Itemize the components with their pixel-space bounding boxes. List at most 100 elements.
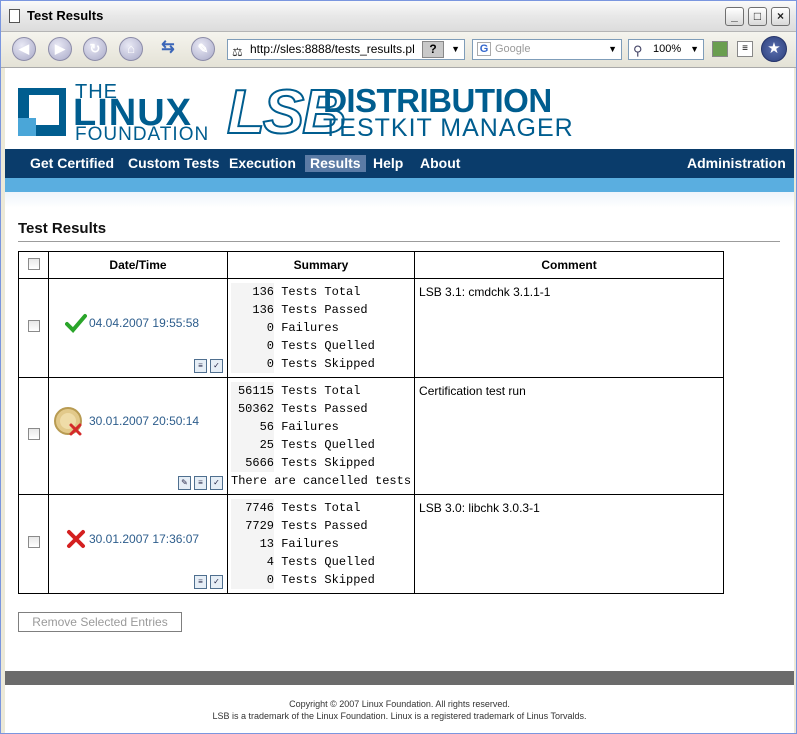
- summary-count: 13: [231, 535, 274, 553]
- summary-label: Tests Total: [281, 384, 361, 398]
- summary-label: Tests Quelled: [281, 339, 375, 353]
- title-bar: Test Results _ □ ×: [1, 1, 796, 32]
- summary-count: 136: [231, 283, 274, 301]
- close-button[interactable]: ×: [771, 7, 790, 26]
- summary-cell: 7746 Tests Total 7729 Tests Passed 13 Fa…: [226, 494, 416, 594]
- forward-icon[interactable]: ▶: [48, 37, 72, 61]
- summary-label: Tests Skipped: [281, 573, 375, 587]
- result-link[interactable]: 30.01.2007 20:50:14: [89, 414, 199, 428]
- medal-x-icon: [54, 407, 82, 436]
- report-icon[interactable]: ≡: [194, 575, 207, 589]
- document-icon: [9, 9, 20, 23]
- bookmark-icon[interactable]: ✎: [191, 37, 215, 61]
- checklist-icon[interactable]: ✓: [210, 575, 223, 589]
- certify-icon[interactable]: ✎: [178, 476, 191, 490]
- summary-label: Tests Total: [281, 501, 361, 515]
- browser-window: Test Results _ □ × ◀ ▶ ↻ ⌂ ⇆ ✎ ⚖ http://…: [0, 0, 797, 734]
- results-table: Date/Time Summary Comment 04.04.2007 19:…: [18, 251, 725, 594]
- summary-count: 7729: [231, 517, 274, 535]
- minimize-button[interactable]: _: [725, 7, 744, 26]
- summary-count: 0: [231, 337, 274, 355]
- summary-count: 56: [231, 418, 274, 436]
- summary-count: 50362: [231, 400, 274, 418]
- table-row: 04.04.2007 19:55:58 ≡ ✓ 136 Tests Total 1…: [18, 278, 725, 378]
- nav-administration[interactable]: Administration: [682, 155, 791, 172]
- summary-line: 50362 Tests Passed: [231, 400, 411, 418]
- nav-execution[interactable]: Execution: [224, 155, 301, 172]
- table-header-row: Date/Time Summary Comment: [18, 251, 725, 279]
- page-title: Test Results: [18, 220, 107, 237]
- summary-line: 136 Tests Passed: [231, 301, 411, 319]
- select-all-cell: [18, 251, 49, 279]
- summary-line: 0 Tests Quelled: [231, 337, 411, 355]
- summary-count: 0: [231, 319, 274, 337]
- table-row: 30.01.2007 17:36:07 ≡ ✓ 7746 Tests Total …: [18, 494, 725, 594]
- datetime-cell: 30.01.2007 17:36:07 ≡ ✓: [48, 494, 228, 594]
- summary-line: 56 Failures: [231, 418, 411, 436]
- sub-nav-fade: [5, 192, 794, 208]
- table-row: 30.01.2007 20:50:14 ✎ ≡ ✓ 56115 Tests Tota…: [18, 377, 725, 495]
- star-icon[interactable]: ★: [761, 36, 787, 62]
- home-icon[interactable]: ⌂: [119, 37, 143, 61]
- chevron-down-icon[interactable]: ▼: [608, 40, 617, 59]
- checklist-icon[interactable]: ✓: [210, 359, 223, 373]
- sync-icon[interactable]: ⇆: [156, 37, 180, 61]
- summary-label: Tests Passed: [281, 303, 368, 317]
- select-all-checkbox[interactable]: [27, 257, 40, 270]
- nav-get-certified[interactable]: Get Certified: [25, 155, 119, 172]
- summary-line: 25 Tests Quelled: [231, 436, 411, 454]
- reload-icon[interactable]: ↻: [83, 37, 107, 61]
- search-input[interactable]: G Google ▼: [472, 39, 622, 60]
- main-nav: Get Certified Custom Tests Execution Res…: [5, 149, 794, 178]
- image-icon[interactable]: [712, 41, 728, 57]
- summary-line: 7729 Tests Passed: [231, 517, 411, 535]
- row-checkbox[interactable]: [27, 536, 40, 548]
- datetime-cell: 30.01.2007 20:50:14 ✎ ≡ ✓: [48, 377, 228, 495]
- summary-line: 7746 Tests Total: [231, 499, 411, 517]
- summary-label: Failures: [281, 537, 339, 551]
- page-icon[interactable]: ≡: [737, 41, 753, 57]
- result-link[interactable]: 30.01.2007 17:36:07: [89, 532, 199, 546]
- zoom-value: 100%: [653, 43, 682, 55]
- window-title: Test Results: [27, 8, 104, 23]
- summary-cell: 56115 Tests Total 50362 Tests Passed 56 …: [226, 377, 416, 495]
- logo-foundation: FOUNDATION: [75, 124, 210, 145]
- row-checkbox[interactable]: [27, 428, 40, 440]
- summary-label: Tests Quelled: [281, 438, 375, 452]
- chevron-down-icon[interactable]: ▼: [690, 40, 699, 59]
- page-content: THE LINUX FOUNDATION LSB DISTRIBUTION TE…: [5, 68, 794, 733]
- summary-count: 0: [231, 571, 274, 589]
- linux-foundation-logo-icon: [18, 88, 66, 136]
- help-button[interactable]: ?: [422, 41, 444, 58]
- report-icon[interactable]: ≡: [194, 359, 207, 373]
- row-select-cell: [18, 494, 49, 594]
- row-select-cell: [18, 377, 49, 495]
- chevron-down-icon[interactable]: ▼: [451, 40, 460, 59]
- summary-line: 5666 Tests Skipped: [231, 454, 411, 472]
- column-header-datetime: Date/Time: [48, 251, 228, 279]
- row-select-cell: [18, 278, 49, 378]
- nav-custom-tests[interactable]: Custom Tests: [123, 155, 225, 172]
- divider: [18, 241, 780, 242]
- row-checkbox[interactable]: [27, 320, 40, 332]
- zoom-select[interactable]: ⚲ 100% ▼: [628, 39, 704, 60]
- remove-selected-button[interactable]: Remove Selected Entries: [18, 612, 182, 632]
- summary-line: 0 Failures: [231, 319, 411, 337]
- report-icon[interactable]: ≡: [194, 476, 207, 490]
- back-icon[interactable]: ◀: [12, 37, 36, 61]
- google-icon: G: [477, 42, 491, 56]
- footer: Copyright © 2007 Linux Foundation. All r…: [5, 698, 794, 722]
- result-link[interactable]: 04.04.2007 19:55:58: [89, 316, 199, 330]
- nav-help[interactable]: Help: [368, 155, 408, 172]
- column-header-comment: Comment: [414, 251, 725, 279]
- nav-about[interactable]: About: [415, 155, 465, 172]
- comment-cell: LSB 3.0: libchk 3.0.3-1: [414, 494, 725, 594]
- summary-line: 0 Tests Skipped: [231, 571, 411, 589]
- nav-results[interactable]: Results: [305, 155, 366, 172]
- footer-bar: [5, 671, 794, 685]
- search-placeholder: Google: [495, 43, 531, 55]
- summary-cell: 136 Tests Total 136 Tests Passed 0 Failu…: [226, 278, 416, 378]
- checklist-icon[interactable]: ✓: [210, 476, 223, 490]
- address-bar[interactable]: ⚖ http://sles:8888/tests_results.pl ? ▼: [227, 39, 465, 60]
- maximize-button[interactable]: □: [748, 7, 767, 26]
